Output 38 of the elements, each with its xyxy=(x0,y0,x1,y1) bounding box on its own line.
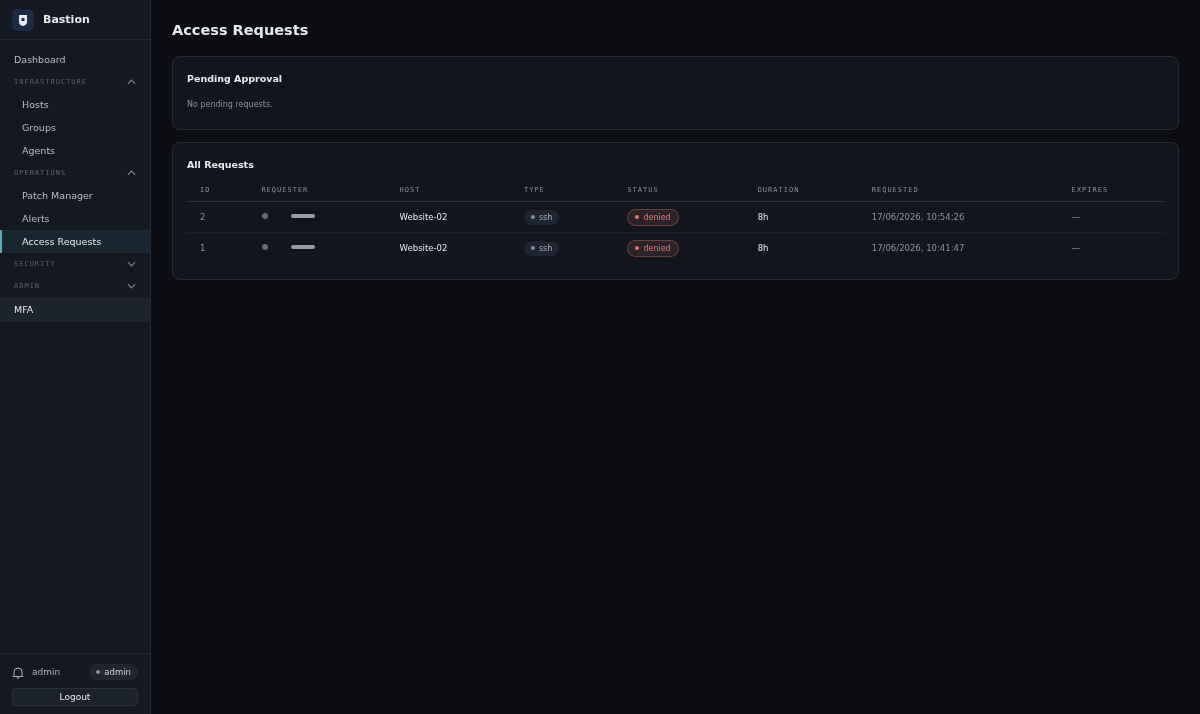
nav-item[interactable]: MFA xyxy=(0,297,150,322)
table-cell: 2 xyxy=(200,212,206,222)
chevron-down-icon xyxy=(127,283,136,289)
nav-item[interactable]: Groups xyxy=(0,116,150,139)
table-cell: 8h xyxy=(757,243,769,253)
card-title: All Requests xyxy=(187,159,255,170)
nav-item[interactable]: Agents xyxy=(0,139,150,162)
nav-item[interactable]: Patch Manager xyxy=(0,184,150,207)
card-title: Pending Approval xyxy=(187,73,284,84)
status-badge: denied xyxy=(627,239,679,257)
nav-item[interactable]: Access Requests xyxy=(0,230,150,253)
type-badge: ssh xyxy=(523,240,560,256)
app-name: Bastion xyxy=(43,13,90,26)
username: admin xyxy=(32,667,62,677)
role-badge: admin xyxy=(89,664,138,680)
table-cell: — xyxy=(1071,243,1081,253)
page-title: Access Requests xyxy=(172,22,310,38)
nav-item[interactable]: Alerts xyxy=(0,207,150,230)
chevron-down-icon xyxy=(127,261,136,267)
status-badge: denied xyxy=(627,208,679,226)
table-cell: Website-02 xyxy=(399,243,448,253)
table-cell: 17/06/2026, 10:54:26 xyxy=(871,212,965,222)
table-cell: 8h xyxy=(757,212,769,222)
chevron-up-icon xyxy=(127,79,136,85)
nav-item[interactable]: Dashboard xyxy=(0,48,150,71)
chevron-up-icon xyxy=(127,170,136,176)
table-cell: Website-02 xyxy=(399,212,448,222)
nav-item[interactable]: Hosts xyxy=(0,93,150,116)
bell-icon[interactable] xyxy=(12,665,24,679)
table-cell: — xyxy=(1071,212,1081,222)
logout-button[interactable]: Logout xyxy=(12,688,138,706)
blurred-text xyxy=(261,243,318,251)
shield-logo-icon xyxy=(12,8,34,31)
table-cell: 17/06/2026, 10:41:47 xyxy=(871,243,965,253)
type-badge: ssh xyxy=(523,209,560,225)
table-cell: 1 xyxy=(200,243,206,253)
empty-message: No pending requests. xyxy=(187,100,274,109)
blurred-text xyxy=(261,212,318,220)
